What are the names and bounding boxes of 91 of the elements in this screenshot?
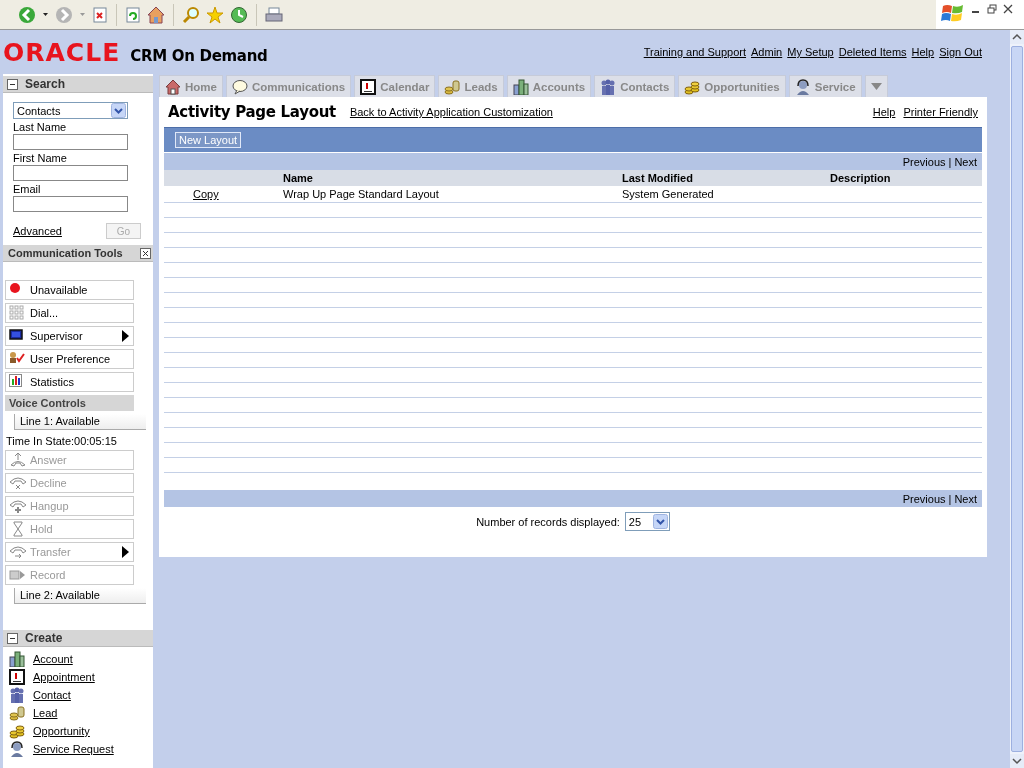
home-icon[interactable] [147, 5, 165, 24]
product-name: CRM On Demand [130, 46, 268, 65]
people-icon [9, 687, 25, 703]
bar-chart-icon [9, 374, 22, 390]
back-link[interactable]: Back to Activity Application Customization [349, 106, 553, 118]
keypad-icon [9, 305, 24, 321]
create-link[interactable]: Appointment [33, 671, 95, 683]
create-link[interactable]: Contact [33, 689, 71, 701]
coins-question-icon [444, 78, 461, 95]
speech-bubble-icon [231, 78, 248, 95]
input-field[interactable] [13, 165, 128, 181]
scrollbar[interactable] [1010, 30, 1024, 768]
tool-button[interactable]: Statistics [5, 372, 134, 392]
collapse-icon[interactable] [7, 78, 18, 90]
create-link[interactable]: Opportunity [33, 725, 90, 737]
table-cell-text: Wrap Up Page Standard Layout [283, 188, 440, 200]
previous-link[interactable]: Previous [902, 492, 946, 505]
object-dropdown[interactable]: Contacts [13, 102, 128, 119]
next-link[interactable]: Next [954, 492, 977, 505]
coins-question-icon [9, 705, 25, 721]
oracle-logo: ORACLE [3, 37, 121, 67]
restore-icon[interactable] [987, 4, 997, 14]
phone-x-icon [9, 475, 27, 491]
buildings-icon [512, 78, 529, 95]
line-tab[interactable]: Line 1: Available [14, 414, 146, 430]
copy-link[interactable]: Copy [193, 188, 219, 200]
collapse-icon[interactable] [7, 632, 18, 644]
coins-icon [684, 78, 701, 95]
column-header: Last Modified [622, 172, 694, 184]
create-link[interactable]: Lead [33, 707, 58, 719]
scroll-up-icon[interactable] [1010, 30, 1024, 44]
record-icon [9, 567, 27, 583]
windows-flag-icon [941, 2, 965, 24]
buildings-icon [9, 651, 25, 667]
submenu-arrow-icon [122, 330, 129, 342]
header-link[interactable]: Help [911, 46, 935, 58]
phone-plus-icon [9, 498, 27, 514]
header-link[interactable]: Training and Support [643, 46, 747, 58]
time-in-state: Time In State:00:05:15 [6, 435, 118, 447]
caret-down-icon[interactable] [870, 83, 882, 90]
records-dropdown[interactable]: 25 [624, 512, 670, 531]
pager-separator: | [948, 155, 952, 168]
section-title: Create [25, 631, 63, 645]
headset-icon [9, 741, 25, 757]
previous-link[interactable]: Previous [902, 155, 946, 168]
line-tab[interactable]: Line 2: Available [14, 588, 146, 604]
stop-icon[interactable] [92, 5, 108, 24]
column-header: Description [830, 172, 892, 184]
table-cell-text: System Generated [622, 188, 715, 200]
page-link[interactable]: Printer Friendly [903, 106, 978, 118]
history-icon[interactable] [230, 5, 248, 24]
refresh-icon[interactable] [125, 5, 141, 24]
create-link[interactable]: Account [33, 653, 73, 665]
field-label: First Name [13, 152, 68, 164]
phone-arrow-icon [9, 544, 27, 560]
phone-up-arrow-icon [9, 452, 27, 468]
header-link[interactable]: Deleted Items [838, 46, 907, 58]
printer-icon[interactable] [265, 5, 283, 24]
create-link[interactable]: Service Request [33, 743, 114, 755]
section-header: Voice Controls [5, 395, 134, 411]
tool-button[interactable]: Unavailable [5, 280, 134, 300]
advanced-link[interactable]: Advanced [13, 225, 62, 237]
star-icon[interactable] [206, 5, 224, 24]
page-link[interactable]: Help [872, 106, 896, 118]
headset-icon [794, 78, 811, 95]
tool-button[interactable]: Dial... [5, 303, 134, 323]
column-header: Name [283, 172, 314, 184]
records-label: Number of records displayed: [476, 515, 620, 528]
house-icon [165, 78, 181, 95]
scroll-down-icon[interactable] [1010, 754, 1024, 768]
coins-icon [9, 723, 25, 739]
header-link[interactable]: Admin [751, 46, 783, 58]
input-field[interactable] [13, 196, 128, 212]
search-icon[interactable] [182, 5, 200, 24]
tool-button[interactable]: User Preference [5, 349, 134, 369]
header-link[interactable]: My Setup [787, 46, 834, 58]
field-label: Email [13, 183, 42, 195]
people-icon [600, 78, 617, 95]
header-link[interactable]: Sign Out [939, 46, 982, 58]
tool-button[interactable]: Supervisor [5, 326, 134, 346]
next-link[interactable]: Next [954, 155, 977, 168]
submenu-arrow-icon [122, 546, 129, 558]
field-label: Last Name [13, 121, 68, 133]
section-title: Search [25, 77, 66, 91]
close-icon[interactable] [1003, 4, 1013, 14]
close-icon[interactable] [140, 247, 151, 259]
scroll-thumb[interactable] [1011, 46, 1023, 752]
section-title: Communication Tools [8, 247, 123, 259]
input-field[interactable] [13, 134, 128, 150]
page-title: Activity Page Layout [168, 103, 336, 121]
pager-separator: | [948, 492, 952, 505]
